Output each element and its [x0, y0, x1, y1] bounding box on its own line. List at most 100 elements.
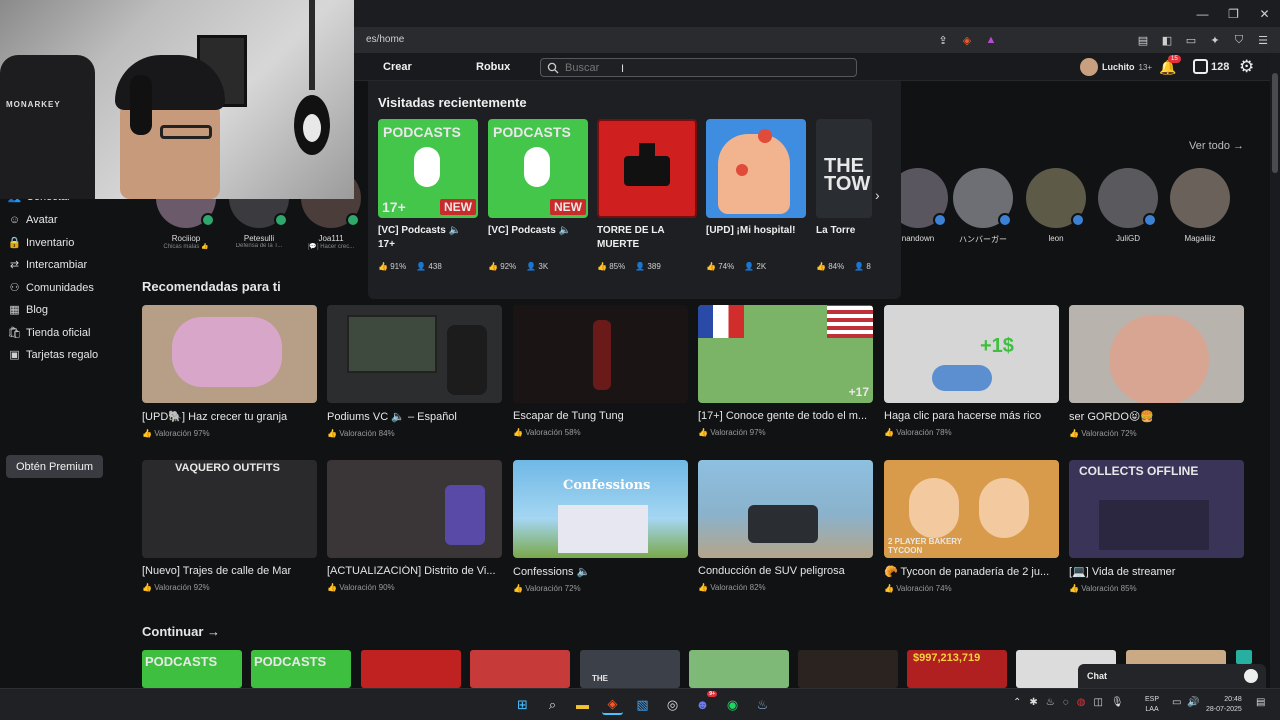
recent-game-card[interactable]: PODCASTS 17+ NEW [VC] Podcasts 🔈 17+ 👍 9…	[378, 119, 478, 271]
network-icon[interactable]: ▭	[1172, 697, 1181, 708]
tray-app-icon[interactable]: ◫	[1093, 697, 1102, 708]
game-card[interactable]: Escapar de Tung Tung 👍 Valoración 58%	[513, 305, 688, 437]
game-card[interactable]: ser GORDO😝🍔 👍 Valoración 72%	[1069, 305, 1244, 438]
volume-icon[interactable]: 🔊	[1187, 697, 1199, 708]
recent-game-card[interactable]: PODCASTS NEW [VC] Podcasts 🔈 👍 92% 👤 3K	[488, 119, 588, 271]
sidebar-item-tienda[interactable]: 🛍 Tienda oficial	[8, 326, 91, 340]
friend-item[interactable]: leon	[1025, 168, 1087, 243]
gear-icon[interactable]: ⚙	[1239, 57, 1254, 77]
search-box[interactable]	[540, 58, 857, 77]
restore-button[interactable]: ❐	[1218, 0, 1249, 27]
thumbs-up-icon: 👍	[488, 262, 498, 271]
friend-status: Defensa de la T...	[235, 243, 283, 249]
share-icon[interactable]: ⇪	[934, 31, 952, 49]
game-card[interactable]: +1$ Haga clic para hacerse más rico 👍 Va…	[884, 305, 1059, 437]
vpn-icon[interactable]: ⛉	[1230, 31, 1248, 49]
game-title: [UPD] ¡Mi hospital!	[706, 225, 796, 236]
tray-app-icon[interactable]: ◌	[1063, 697, 1069, 708]
clock[interactable]: 20:48 28-07-2025	[1206, 695, 1242, 715]
file-explorer-icon[interactable]: ▬	[572, 694, 593, 715]
premium-button[interactable]: Obtén Premium	[6, 455, 103, 478]
scrollbar-thumb[interactable]	[1272, 73, 1278, 173]
game-card[interactable]: Podiums VC 🔈 – Español 👍 Valoración 84%	[327, 305, 502, 438]
continue-card[interactable]	[470, 650, 570, 688]
windows-start-icon[interactable]: ⊞	[512, 694, 533, 715]
microphone-icon[interactable]: 🎙	[1111, 697, 1124, 708]
user-profile[interactable]: Luchito 13+	[1080, 58, 1152, 76]
game-card[interactable]: [ACTUALIZACIÓN] Distrito de Vi... 👍 Valo…	[327, 460, 502, 592]
continue-card[interactable]	[361, 650, 461, 688]
photos-icon[interactable]: ▧	[632, 694, 653, 715]
close-button[interactable]: ✕	[1249, 0, 1280, 27]
input-language[interactable]: ESP LAA	[1145, 695, 1159, 715]
game-card[interactable]: +17 [17+] Conoce gente de todo el m... 👍…	[698, 305, 873, 437]
thumbs-up-icon: 👍	[816, 262, 826, 271]
game-card[interactable]: [UPD🐘] Haz crecer tu granja 👍 Valoración…	[142, 305, 317, 438]
obs-icon[interactable]: ◎	[662, 694, 683, 715]
friend-item[interactable]: JuliGD	[1097, 168, 1159, 243]
sidebar-toggle-icon[interactable]: ◧	[1158, 31, 1176, 49]
game-title: 🥐 Tycoon de panadería de 2 ju...	[884, 566, 1050, 578]
tray-app-icon[interactable]: ✱	[1029, 697, 1037, 708]
brave-shield-icon[interactable]: ◈	[958, 31, 976, 49]
brave-rewards-icon[interactable]: ▲	[982, 31, 1000, 49]
chat-bar[interactable]: Chat	[1078, 664, 1266, 688]
username: Luchito	[1102, 62, 1135, 72]
recent-game-card[interactable]: TORRE DE LA MUERTE 👍 85% 👤 389	[597, 119, 697, 271]
recent-game-card[interactable]: THE TOW La Torre 👍 84% 👤 8	[816, 119, 872, 271]
recent-game-card[interactable]: [UPD] ¡Mi hospital! 👍 74% 👤 2K	[706, 119, 806, 271]
spotify-icon[interactable]: ◉	[722, 694, 743, 715]
notification-center-icon[interactable]: ▤	[1256, 697, 1265, 708]
sidebar-item-avatar[interactable]: ☺ Avatar	[8, 213, 58, 226]
game-card[interactable]: COLLECTS OFFLINE [💻] Vida de streamer 👍 …	[1069, 460, 1244, 593]
chat-toggle-icon[interactable]	[1244, 669, 1258, 683]
sidebar-item-tarjetas[interactable]: ▣ Tarjetas regalo	[8, 348, 98, 362]
chevron-right-icon[interactable]: ›	[875, 187, 880, 203]
game-card[interactable]: Conducción de SUV peligrosa 👍 Valoración…	[698, 460, 873, 592]
steam-tray-icon[interactable]: ♨	[1046, 697, 1055, 708]
continue-card[interactable]	[689, 650, 789, 688]
continue-card[interactable]: THE	[580, 650, 680, 688]
sidebar-item-intercambiar[interactable]: ⇄ Intercambiar	[8, 258, 87, 272]
game-thumbnail: PODCASTS NEW	[488, 119, 588, 218]
continue-card[interactable]: PODCASTS	[142, 650, 242, 688]
continue-card[interactable]	[1236, 650, 1252, 664]
robux-icon	[1193, 59, 1208, 74]
friend-item[interactable]: ハンバーガー	[952, 168, 1014, 245]
minimize-button[interactable]: —	[1187, 0, 1218, 27]
sidebar-item-blog[interactable]: ▦ Blog	[8, 303, 48, 317]
menu-icon[interactable]: ☰	[1254, 31, 1272, 49]
game-card[interactable]: Confessions Confessions 🔈 👍 Valoración 7…	[513, 460, 688, 593]
recently-visited-title: Visitadas recientemente	[378, 95, 527, 110]
game-thumbnail: +17	[698, 305, 873, 403]
sidebar-item-inventario[interactable]: 🔒 Inventario	[8, 236, 75, 250]
search-taskbar-icon[interactable]: ⌕	[542, 694, 563, 715]
view-all-friends-link[interactable]: Ver todo →	[1189, 140, 1244, 152]
continue-card[interactable]	[798, 650, 898, 688]
nav-robux-link[interactable]: Robux	[476, 61, 510, 73]
nav-create-link[interactable]: Crear	[383, 61, 412, 73]
robux-balance[interactable]: 128	[1193, 59, 1229, 74]
friend-item[interactable]: Magaliiiz	[1169, 168, 1231, 243]
sidebar-item-comunidades[interactable]: ⚇ Comunidades	[8, 281, 94, 295]
sidebar-item-label: Tienda oficial	[26, 326, 91, 339]
gaming-chair	[0, 55, 95, 199]
discord-icon[interactable]: ☻ 9+	[692, 691, 717, 715]
continue-card[interactable]: PODCASTS	[251, 650, 351, 688]
continue-card[interactable]: $997,213,719	[907, 650, 1007, 688]
brave-browser-icon[interactable]: ◈	[602, 694, 623, 715]
url-text[interactable]: es/home	[366, 34, 404, 45]
reader-mode-icon[interactable]: ▤	[1134, 31, 1152, 49]
game-card[interactable]: VAQUERO OUTFITS [Nuevo] Trajes de calle …	[142, 460, 317, 592]
thumbs-up-icon: 👍	[378, 262, 388, 271]
chevron-up-icon[interactable]: ⌃	[1013, 697, 1021, 708]
wallet-icon[interactable]: ▭	[1182, 31, 1200, 49]
search-input[interactable]	[565, 61, 845, 74]
continue-title[interactable]: Continuar →	[142, 624, 220, 639]
notifications-button[interactable]: 🔔 15	[1159, 55, 1181, 77]
game-card[interactable]: 2 PLAYER BAKERY TYCOON 🥐 Tycoon de panad…	[884, 460, 1059, 593]
leo-ai-icon[interactable]: ✦	[1206, 31, 1224, 49]
steam-icon[interactable]: ♨	[752, 694, 773, 715]
page-scrollbar[interactable]	[1270, 53, 1280, 688]
tray-app-icon[interactable]: ◍	[1077, 697, 1086, 708]
